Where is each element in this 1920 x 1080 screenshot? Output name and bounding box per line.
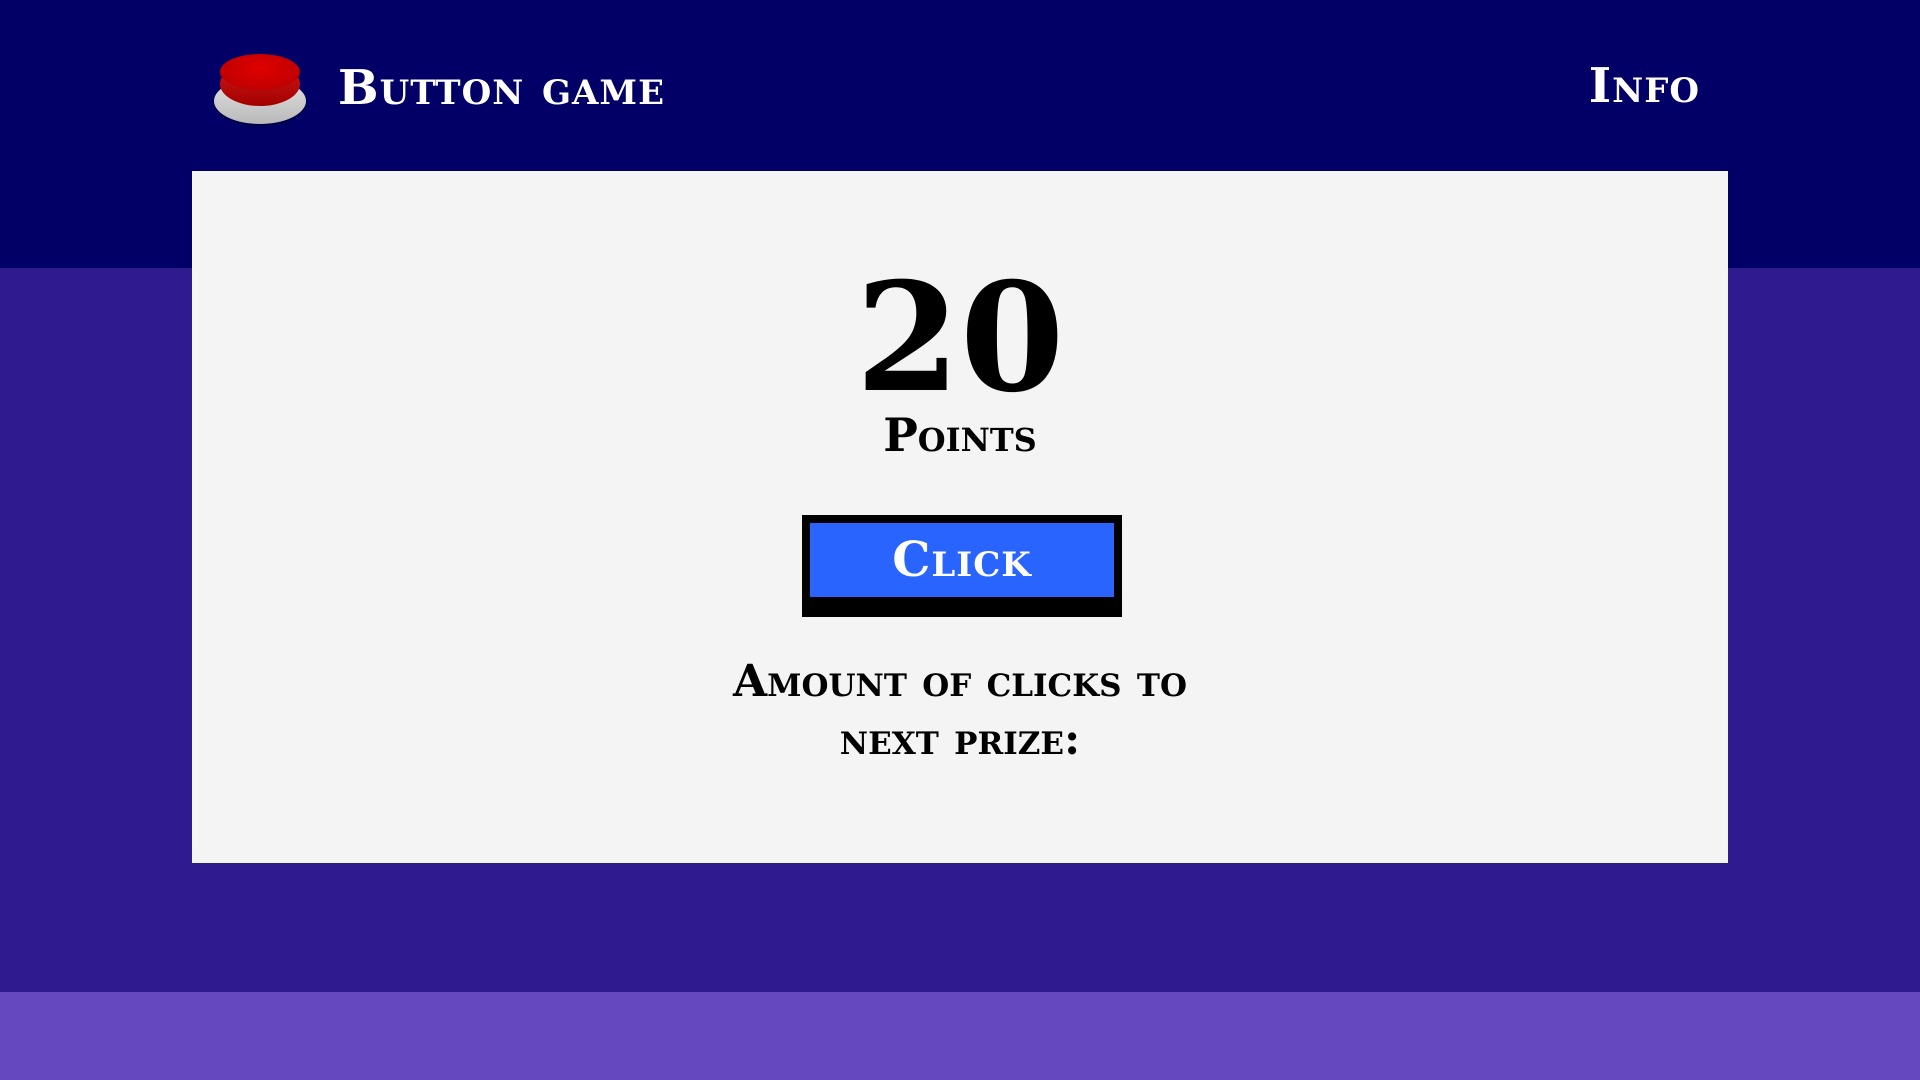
red-button-logo-icon	[210, 48, 308, 128]
game-card: 20 Points Click Amount of clicks to next…	[192, 171, 1728, 863]
next-prize-line-2: next prize:	[839, 714, 1081, 765]
site-title: Button game	[338, 60, 665, 116]
brand-link[interactable]: Button game	[210, 46, 665, 130]
points-counter: 20	[855, 250, 1065, 426]
click-button[interactable]: Click	[802, 515, 1122, 617]
info-link[interactable]: Info	[1589, 58, 1700, 114]
next-prize-line-1: Amount of clicks to	[733, 656, 1187, 707]
footer-band	[0, 992, 1920, 1080]
next-prize-text: Amount of clicks to next prize:	[192, 653, 1728, 769]
logo-top	[220, 54, 300, 90]
points-label: Points	[883, 408, 1037, 462]
